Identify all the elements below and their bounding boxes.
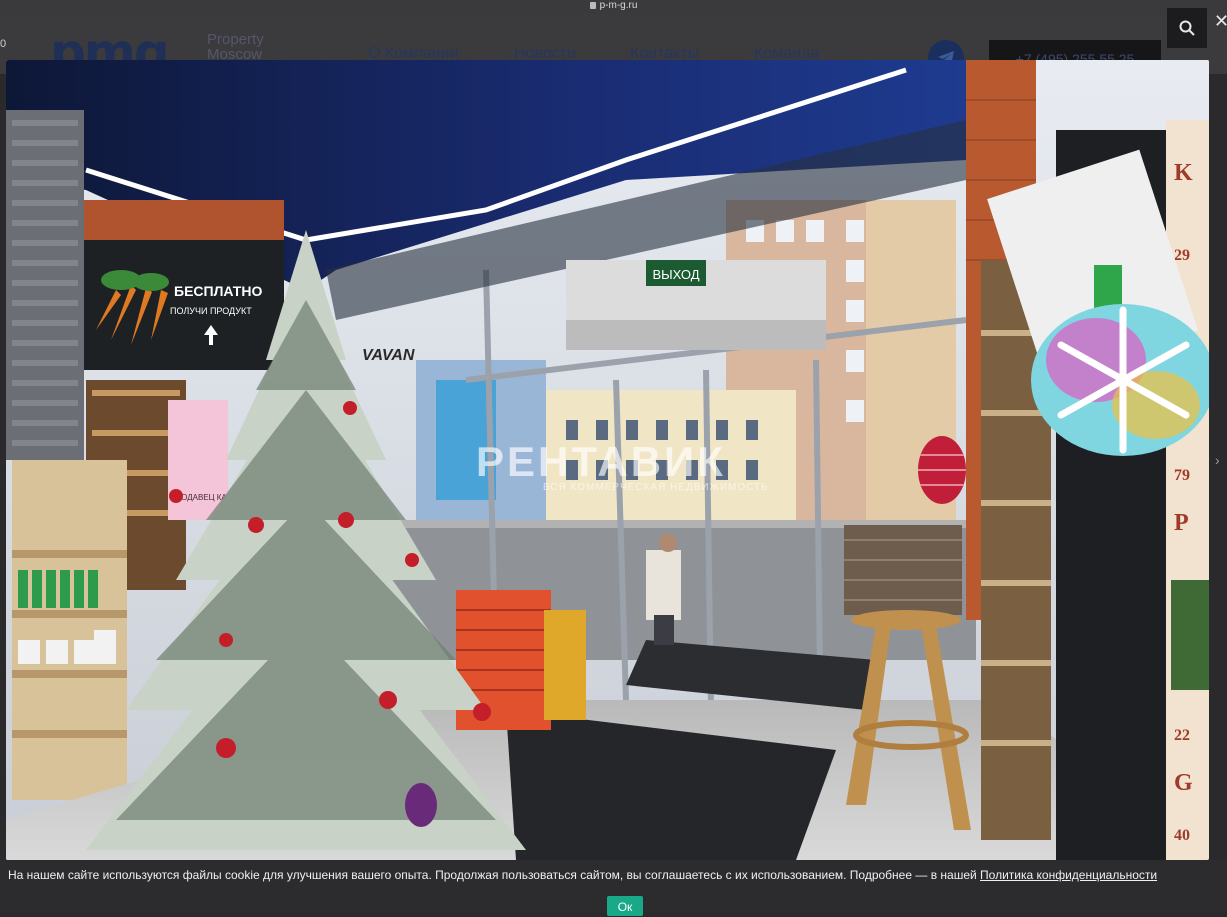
cookie-message: На нашем сайте используются файлы cookie…: [8, 868, 981, 882]
search-button[interactable]: [1167, 8, 1207, 48]
exit-sign: ВЫХОД: [652, 267, 699, 282]
svg-text:G: G: [1174, 770, 1193, 796]
svg-text:22: 22: [1174, 727, 1190, 744]
cookie-text: На нашем сайте используются файлы cookie…: [8, 868, 1157, 882]
browser-top-bar: p-m-g.ru: [0, 0, 1227, 14]
url-bar[interactable]: p-m-g.ru: [0, 0, 1227, 12]
svg-text:79: 79: [1174, 467, 1190, 484]
search-icon: [1179, 20, 1195, 36]
svg-text:K: K: [1174, 160, 1193, 186]
svg-text:29: 29: [1174, 247, 1190, 264]
cookie-banner: На нашем сайте используются файлы cookie…: [0, 860, 1227, 916]
watermark: РЕНТАВИК: [476, 438, 726, 485]
store-sign: VAVAN: [362, 347, 415, 364]
next-arrow-icon[interactable]: ›: [1215, 452, 1220, 468]
store-photo: ВЫХОД БЕСПЛАТНО ПОЛУЧИ ПРОДУКТ VAVAN РОД…: [6, 60, 1209, 860]
url-text: p-m-g.ru: [599, 0, 638, 11]
cookie-ok-button[interactable]: Ок: [607, 896, 643, 916]
privacy-policy-link[interactable]: Политика конфиденциальности: [980, 868, 1157, 882]
prev-arrow-icon[interactable]: ‹: [0, 472, 6, 490]
close-icon[interactable]: ✕: [1214, 12, 1227, 30]
sign-free: БЕСПЛАТНО: [174, 283, 262, 299]
svg-text:P: P: [1174, 510, 1189, 536]
watermark-subtitle: ВСЯ КОММЕРЧЕСКАЯ НЕДВИЖИМОСТЬ: [543, 482, 769, 493]
svg-text:40: 40: [1174, 827, 1190, 844]
sign-free-sub: ПОЛУЧИ ПРОДУКТ: [170, 306, 252, 316]
lock-icon: [589, 2, 596, 9]
image-counter: 0: [0, 38, 7, 50]
